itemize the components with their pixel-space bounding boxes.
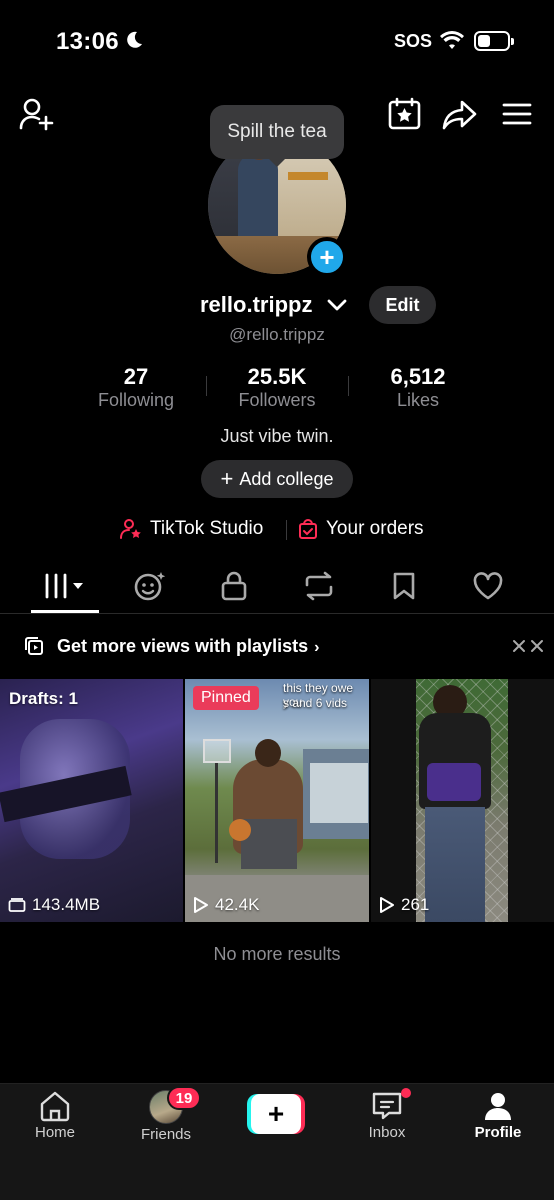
- stat-label: Followers: [238, 390, 316, 410]
- wifi-icon: [440, 31, 464, 49]
- edit-button[interactable]: Edit: [369, 286, 436, 324]
- inbox-icon: [372, 1092, 402, 1120]
- stat-likes[interactable]: 6,512 Likes: [348, 364, 488, 411]
- shopping-bag-icon: [299, 519, 317, 539]
- promo-text[interactable]: Get more views with playlists ›: [57, 636, 319, 657]
- studio-person-star-icon: [120, 519, 141, 539]
- video-caption-2: s and 6 vids: [283, 696, 348, 710]
- sos-label: SOS: [394, 31, 433, 51]
- profile-icon: [485, 1093, 511, 1120]
- drafts-label: Drafts: 1: [9, 689, 78, 708]
- username[interactable]: rello.trippz: [200, 292, 312, 318]
- stat-following[interactable]: 27 Following: [66, 364, 206, 411]
- orders-label: Your orders: [326, 518, 424, 539]
- video-views: 42.4K: [193, 895, 259, 915]
- studio-label: TikTok Studio: [150, 518, 264, 539]
- share-icon[interactable]: [442, 99, 478, 131]
- grid-icon: [45, 573, 83, 599]
- bio: Just vibe twin.: [220, 426, 334, 446]
- stat-value: 6,512: [390, 364, 446, 389]
- bookmark-icon: [393, 572, 415, 600]
- chevron-down-icon[interactable]: [327, 298, 347, 312]
- stat-label: Likes: [396, 390, 440, 410]
- play-icon: [194, 897, 208, 913]
- pinned-badge: Pinned: [193, 686, 259, 710]
- nav-label: Profile: [474, 1124, 522, 1141]
- face-sparkle-icon: [134, 572, 166, 601]
- video-tile-3[interactable]: 261: [371, 679, 554, 922]
- stat-followers[interactable]: 25.5K Followers: [207, 364, 347, 411]
- heart-icon: [473, 572, 503, 600]
- active-tab-indicator: [31, 610, 99, 613]
- handle: @rello.trippz: [229, 325, 325, 344]
- tab-videos[interactable]: [30, 560, 100, 612]
- nav-inbox[interactable]: Inbox: [342, 1090, 432, 1141]
- create-button[interactable]: +: [247, 1094, 305, 1134]
- chevron-right-icon: ›: [314, 639, 320, 656]
- repost-icon: [305, 571, 333, 601]
- nav-label: Friends: [140, 1126, 192, 1143]
- drafts-size-value: 143.4MB: [32, 895, 101, 914]
- drafts-size: 143.4MB: [8, 895, 100, 915]
- friends-badge: 19: [167, 1086, 201, 1110]
- create-icon: +: [251, 1094, 301, 1134]
- close-icon[interactable]: [530, 639, 544, 653]
- add-college-label: Add college: [239, 468, 334, 489]
- plus-icon: +: [220, 466, 234, 491]
- home-icon: [40, 1091, 70, 1122]
- tab-saved[interactable]: [369, 560, 439, 612]
- tab-face[interactable]: [115, 560, 185, 612]
- tab-reposts[interactable]: [284, 560, 354, 612]
- divider: [286, 520, 287, 540]
- folder-icon: [8, 898, 26, 912]
- nav-label: Inbox: [368, 1124, 406, 1141]
- tooltip: Spill the tea: [210, 105, 344, 167]
- moon-icon: [127, 31, 142, 48]
- stat-value: 25.5K: [247, 364, 307, 389]
- nav-profile[interactable]: Profile: [453, 1090, 543, 1141]
- no-more-results: No more results: [213, 944, 341, 964]
- stat-label: Following: [97, 390, 175, 410]
- tiktok-studio-link[interactable]: TikTok Studio: [120, 518, 263, 540]
- video-tile-drafts[interactable]: Drafts: 1 143.4MB: [0, 679, 183, 922]
- playlist-icon: [25, 637, 43, 655]
- add-avatar-plus-icon[interactable]: +: [307, 237, 347, 277]
- calendar-star-icon[interactable]: [388, 97, 421, 130]
- tab-liked[interactable]: [453, 560, 523, 612]
- views-value: 42.4K: [215, 895, 260, 914]
- lock-icon: [221, 571, 247, 601]
- video-tile-pinned[interactable]: Pinned this they owe you s and 6 vids 42…: [185, 679, 369, 922]
- stat-value: 27: [123, 364, 149, 389]
- battery-icon: [474, 31, 514, 51]
- add-friend-icon[interactable]: [18, 97, 54, 131]
- tab-private[interactable]: [199, 560, 269, 612]
- content-tabs: [0, 560, 554, 614]
- add-college-button[interactable]: + Add college: [201, 460, 353, 498]
- views-value: 261: [401, 895, 430, 914]
- nav-home[interactable]: Home: [10, 1090, 100, 1141]
- your-orders-link[interactable]: Your orders: [298, 518, 424, 540]
- inbox-notification-dot: [401, 1088, 411, 1098]
- play-icon: [380, 897, 394, 913]
- video-views: 261: [379, 895, 429, 915]
- menu-icon[interactable]: [502, 102, 532, 126]
- close-promo-icon[interactable]: [512, 639, 526, 653]
- promo-label: Get more views with playlists: [57, 636, 309, 656]
- status-time: 13:06: [56, 28, 119, 55]
- nav-label: Home: [34, 1124, 75, 1141]
